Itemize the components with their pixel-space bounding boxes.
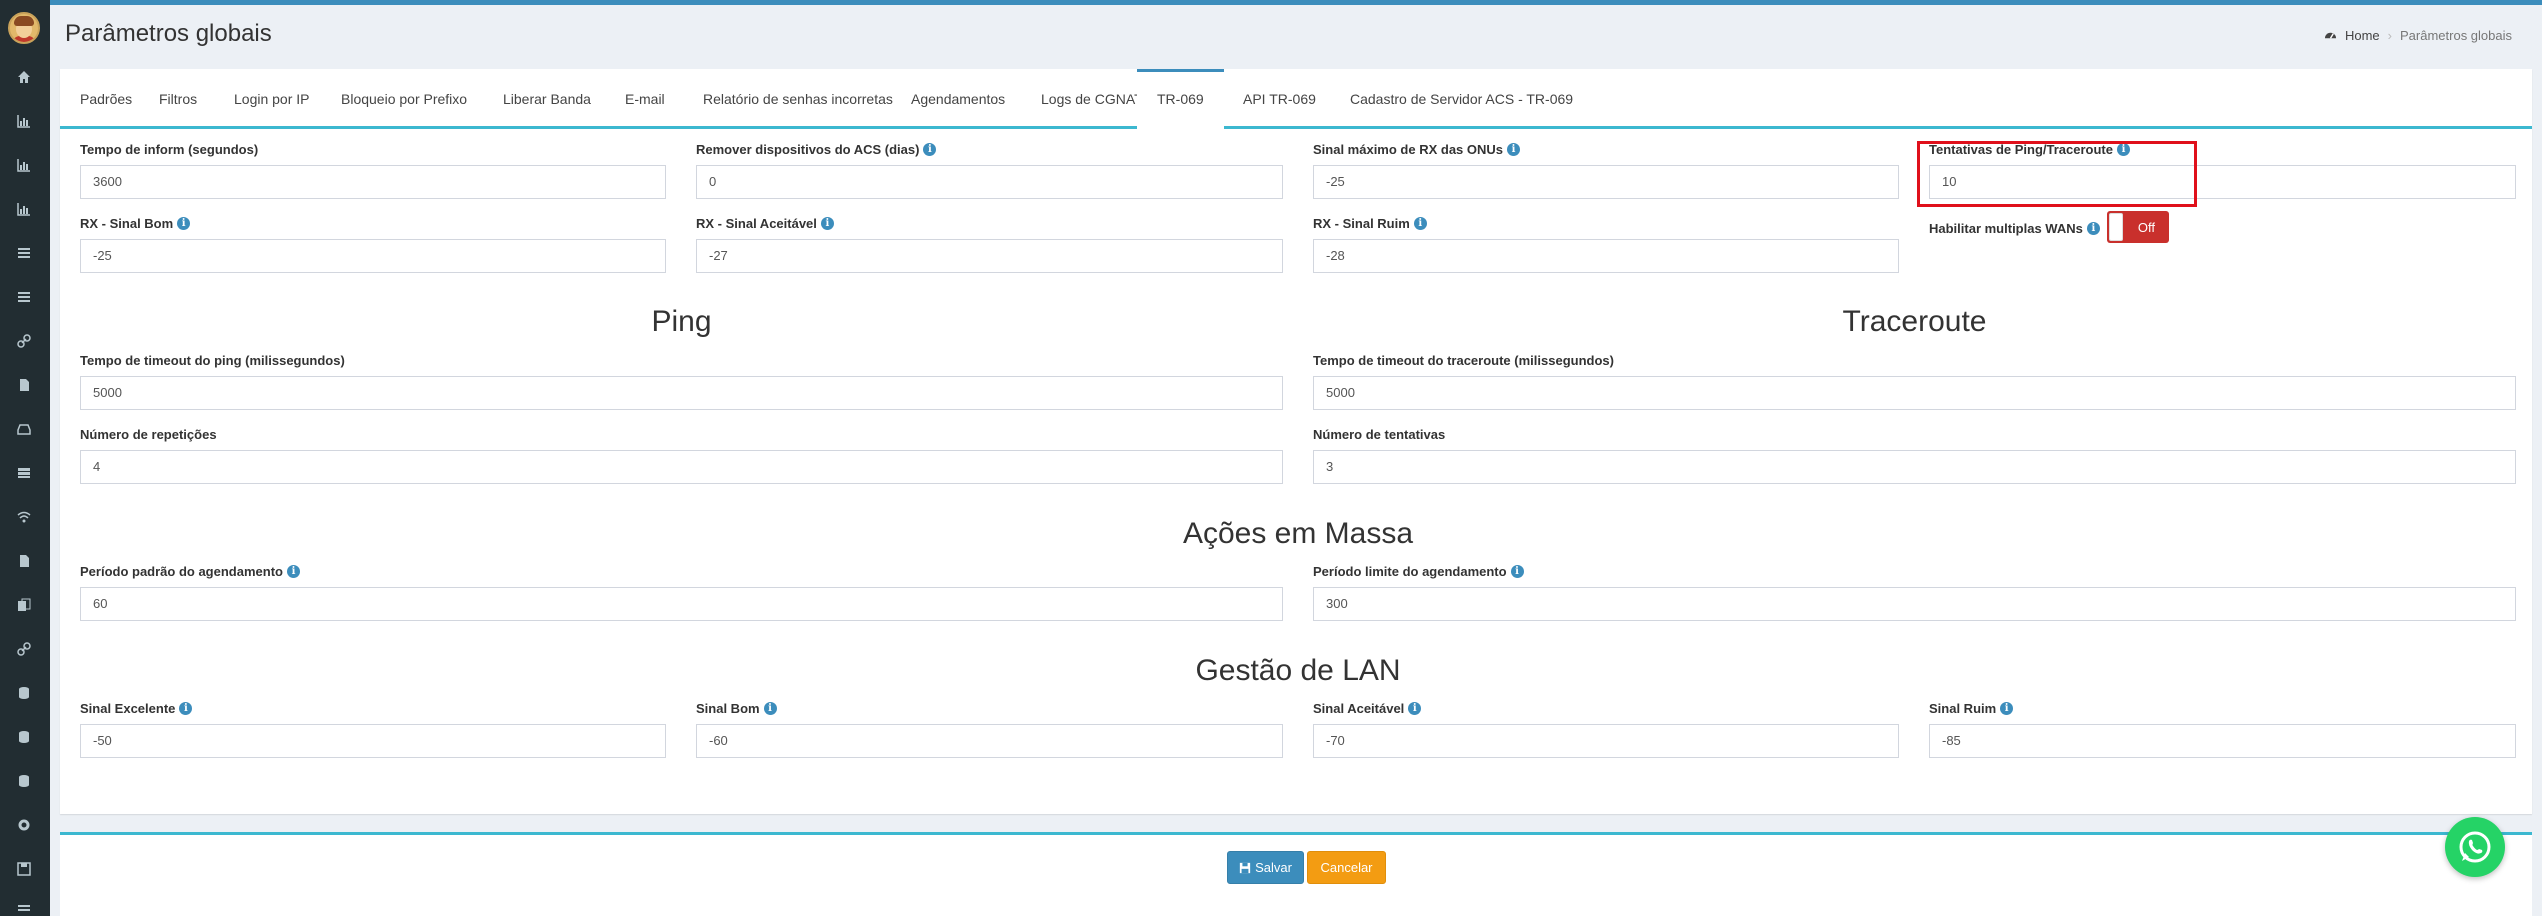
save-icon [1239,862,1251,873]
info-icon[interactable]: i [286,565,300,578]
chart-icon[interactable] [13,198,35,220]
trace-tries-label: Número de tentativas [1313,427,1446,442]
avatar[interactable] [8,12,40,44]
dashboard-icon [2324,32,2337,39]
trace-tries-input[interactable]: 3 [1313,450,2516,484]
traceroute-section-title: Traceroute [1842,305,1987,338]
trace-timeout-label: Tempo de timeout do traceroute (milisseg… [1313,353,1614,368]
file-icon[interactable] [13,550,35,572]
wifi-icon[interactable] [13,506,35,528]
sidebar [0,0,50,916]
cancel-button[interactable]: Cancelar [1307,851,1386,884]
rx-bad-input[interactable]: -28 [1313,239,1899,273]
tab-relatorio-senhas[interactable]: Relatório de senhas incorretas [683,69,913,129]
database-icon[interactable] [13,726,35,748]
tab-filtros[interactable]: Filtros [139,69,217,129]
lan-acceptable-input[interactable]: -70 [1313,724,1899,758]
tab-api-tr069[interactable]: API TR-069 [1223,69,1336,129]
gear-icon[interactable] [13,814,35,836]
page-title: Parâmetros globais [65,20,272,47]
mass-actions-section-title: Ações em Massa [1182,517,1414,550]
info-icon[interactable]: i [923,143,937,156]
link-icon[interactable] [13,330,35,352]
inbox-icon[interactable] [13,418,35,440]
trace-timeout-input[interactable]: 5000 [1313,376,2516,410]
whatsapp-icon[interactable] [2445,817,2505,877]
ping-reps-input[interactable]: 4 [80,450,1283,484]
tab-liberar-banda[interactable]: Liberar Banda [483,69,611,129]
breadcrumb-separator: › [2387,28,2392,43]
save-button-label: Salvar [1255,860,1292,875]
ping-timeout-label: Tempo de timeout do ping (milissegundos) [80,353,345,368]
rx-bad-label: RX - Sinal Ruim i [1313,216,1427,231]
lan-section-title: Gestão de LAN [1195,654,1401,687]
highlight-box [1917,141,2197,207]
form-footer: Salvar Cancelar [60,832,2532,916]
info-icon[interactable]: i [1413,217,1427,230]
database-icon[interactable] [13,770,35,792]
list-icon[interactable] [13,242,35,264]
sched-default-label: Período padrão do agendamento i [80,564,300,579]
lan-acceptable-label: Sinal Aceitável i [1313,701,1422,716]
info-icon[interactable]: i [1408,702,1422,715]
server-icon[interactable] [13,462,35,484]
copy-icon[interactable] [13,594,35,616]
chart-icon[interactable] [13,110,35,132]
lan-bad-label: Sinal Ruim i [1929,701,2014,716]
toggle-state: Off [2137,219,2155,235]
menu-icon[interactable] [13,899,35,916]
toggle-knob [2109,213,2123,241]
max-rx-label: Sinal máximo de RX das ONUs i [1313,142,1521,157]
inform-input[interactable]: 3600 [80,165,666,199]
ping-section-title: Ping [651,305,712,338]
main-content: Parâmetros globais Home › Parâmetros glo… [50,5,2542,916]
tab-email[interactable]: E-mail [605,69,685,129]
file-icon[interactable] [13,374,35,396]
remove-acs-label: Remover dispositivos do ACS (dias) i [696,142,937,157]
tab-cadastro-servidor-acs[interactable]: Cadastro de Servidor ACS - TR-069 [1330,69,1593,129]
breadcrumb: Home › Parâmetros globais [2324,28,2512,43]
remove-acs-input[interactable]: 0 [696,165,1283,199]
info-icon[interactable]: i [1507,143,1521,156]
lan-good-input[interactable]: -60 [696,724,1283,758]
rx-good-input[interactable]: -25 [80,239,666,273]
info-icon[interactable]: i [179,702,193,715]
info-icon[interactable]: i [177,217,191,230]
rx-good-label: RX - Sinal Bom i [80,216,191,231]
list-icon[interactable] [13,286,35,308]
ping-timeout-input[interactable]: 5000 [80,376,1283,410]
info-icon[interactable]: i [2086,222,2100,235]
multi-wan-label: Habilitar multiplas WANs i [1929,221,2100,236]
lan-excellent-label: Sinal Excelente i [80,701,193,716]
multi-wan-toggle[interactable]: Off [2107,211,2169,243]
link-icon[interactable] [13,638,35,660]
tab-bloqueio-por-prefixo[interactable]: Bloqueio por Prefixo [321,69,487,129]
sched-limit-label: Período limite do agendamento i [1313,564,1524,579]
info-icon[interactable]: i [820,217,834,230]
breadcrumb-home[interactable]: Home [2345,28,2380,43]
tab-login-por-ip[interactable]: Login por IP [214,69,330,129]
save-icon[interactable] [13,858,35,880]
max-rx-input[interactable]: -25 [1313,165,1899,199]
breadcrumb-current: Parâmetros globais [2400,28,2512,43]
ping-reps-label: Número de repetições [80,427,217,442]
tab-tr069[interactable]: TR-069 [1137,69,1224,129]
tab-bar: Padrões Filtros Login por IP Bloqueio po… [60,69,2532,129]
lan-bad-input[interactable]: -85 [1929,724,2516,758]
info-icon[interactable]: i [2000,702,2014,715]
save-button[interactable]: Salvar [1227,851,1304,884]
info-icon[interactable]: i [763,702,777,715]
inform-label: Tempo de inform (segundos) [80,142,259,157]
home-icon[interactable] [13,66,35,88]
chart-icon[interactable] [13,154,35,176]
rx-acceptable-input[interactable]: -27 [696,239,1283,273]
sched-limit-input[interactable]: 300 [1313,587,2516,621]
tab-agendamentos[interactable]: Agendamentos [891,69,1025,129]
lan-good-label: Sinal Bom i [696,701,777,716]
database-icon[interactable] [13,682,35,704]
lan-excellent-input[interactable]: -50 [80,724,666,758]
info-icon[interactable]: i [1510,565,1524,578]
sched-default-input[interactable]: 60 [80,587,1283,621]
rx-acceptable-label: RX - Sinal Aceitável i [696,216,834,231]
